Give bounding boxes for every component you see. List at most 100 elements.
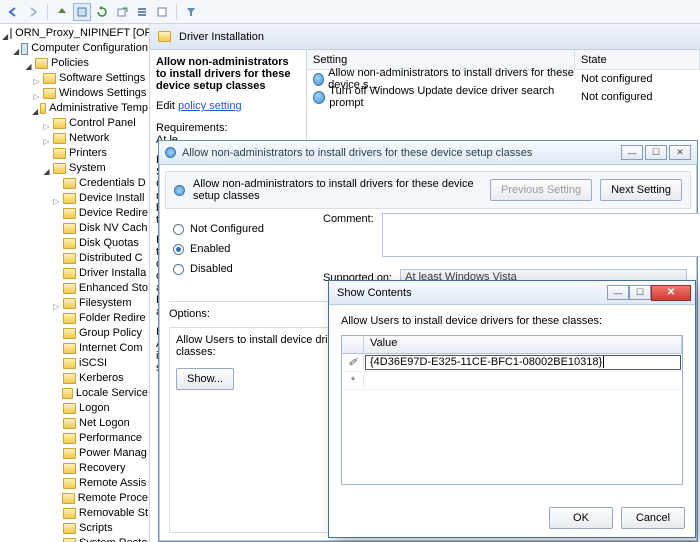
show-button[interactable]: Show... xyxy=(176,368,234,390)
col-state[interactable]: State xyxy=(575,50,700,70)
policy-dialog-header: Allow non-administrators to install driv… xyxy=(165,171,691,209)
tree-sys-child[interactable]: Logon xyxy=(2,401,149,416)
folder-icon xyxy=(43,73,56,84)
folder-icon xyxy=(35,58,48,69)
up-icon[interactable] xyxy=(53,3,71,21)
export-icon[interactable] xyxy=(113,3,131,21)
tree-sys-child[interactable]: Kerberos xyxy=(2,371,149,386)
tree-at[interactable]: Administrative Temp xyxy=(2,101,149,116)
tree-pr[interactable]: Printers xyxy=(2,146,149,161)
value-grid: Value ✐{4D36E97D-E325-11CE-BFC1-08002BE1… xyxy=(341,335,683,485)
desc-title: Allow non-administrators to install driv… xyxy=(156,56,290,92)
folder-icon xyxy=(63,313,76,324)
folder-icon xyxy=(63,223,76,234)
tree-sys-child[interactable]: System Resto xyxy=(2,536,149,542)
tree-cc[interactable]: Computer Configuration xyxy=(2,41,149,56)
tree-sys-child[interactable]: Remote Proce xyxy=(2,491,149,506)
previous-setting-button[interactable]: Previous Setting xyxy=(490,179,592,201)
folder-icon xyxy=(63,268,76,279)
close-button[interactable]: ✕ xyxy=(651,285,691,301)
grid-col-marker[interactable] xyxy=(342,336,364,353)
folder-icon xyxy=(40,103,46,114)
tree-sys-child[interactable]: Removable St xyxy=(2,506,149,521)
folder-icon xyxy=(43,88,56,99)
show-contents-titlebar[interactable]: Show Contents — ☐ ✕ xyxy=(329,281,695,305)
folder-icon xyxy=(63,208,76,219)
tree-sys-child[interactable]: Locale Service xyxy=(2,386,149,401)
dialog-icon xyxy=(174,185,185,196)
grid-header: Value xyxy=(342,336,682,354)
tree-sys-child[interactable]: Disk Quotas xyxy=(2,236,149,251)
home-icon[interactable] xyxy=(73,3,91,21)
back-icon[interactable] xyxy=(4,3,22,21)
row-marker: * xyxy=(342,375,364,387)
option-label: Allow Users to install device dri xyxy=(176,334,332,346)
tree-ws[interactable]: Windows Settings xyxy=(2,86,149,101)
close-button[interactable]: ✕ xyxy=(669,145,691,160)
properties-icon[interactable] xyxy=(153,3,171,21)
tree-sys-child[interactable]: Performance xyxy=(2,431,149,446)
tree-ss[interactable]: Software Settings xyxy=(2,71,149,86)
refresh-icon[interactable] xyxy=(93,3,111,21)
tree-sys-child[interactable]: Power Manag xyxy=(2,446,149,461)
folder-icon xyxy=(63,328,76,339)
tree-sys-child[interactable]: Remote Assis xyxy=(2,476,149,491)
tree-policies[interactable]: Policies xyxy=(2,56,149,71)
tree-root[interactable]: ORN_Proxy_NIPINEFT [ORN-DC xyxy=(2,26,149,41)
folder-icon xyxy=(63,298,76,309)
row-value[interactable]: {4D36E97D-E325-11CE-BFC1-08002BE10318} xyxy=(365,355,681,370)
folder-icon xyxy=(63,193,76,204)
cancel-button[interactable]: Cancel xyxy=(621,507,685,529)
folder-icon xyxy=(63,373,76,384)
maximize-button[interactable]: ☐ xyxy=(629,285,651,300)
list-row[interactable]: Turn off Windows Update device driver se… xyxy=(307,88,700,106)
tree-sys-child[interactable]: Credentials D xyxy=(2,176,149,191)
next-setting-button[interactable]: Next Setting xyxy=(600,179,682,201)
tree-sys-child[interactable]: Group Policy xyxy=(2,326,149,341)
folder-icon xyxy=(63,418,76,429)
folder-icon xyxy=(63,178,76,189)
tree-sys-child[interactable]: Distributed C xyxy=(2,251,149,266)
tree-sys-child[interactable]: Internet Com xyxy=(2,341,149,356)
tree-sys-child[interactable]: Driver Installa xyxy=(2,266,149,281)
tree-sys-child[interactable]: Folder Redire xyxy=(2,311,149,326)
tree-sys-child[interactable]: Device Install xyxy=(2,191,149,206)
comment-label: Comment: xyxy=(323,213,374,225)
tree-sys-child[interactable]: Net Logon xyxy=(2,416,149,431)
content-title: Driver Installation xyxy=(150,24,700,50)
folder-icon xyxy=(63,283,76,294)
tree-sys-child[interactable]: iSCSI xyxy=(2,356,149,371)
filter-icon[interactable] xyxy=(182,3,200,21)
tree-nw[interactable]: Network xyxy=(2,131,149,146)
folder-icon xyxy=(53,148,66,159)
tree-sys-child[interactable]: Scripts xyxy=(2,521,149,536)
forward-icon[interactable] xyxy=(24,3,42,21)
maximize-button[interactable]: ☐ xyxy=(645,145,667,160)
minimize-button[interactable]: — xyxy=(621,145,643,160)
grid-row[interactable]: * xyxy=(342,372,682,390)
tree-sys-child[interactable]: Enhanced Sto xyxy=(2,281,149,296)
folder-icon xyxy=(53,133,66,144)
policy-header-text: Allow non-administrators to install driv… xyxy=(193,178,482,202)
tree-sys[interactable]: System xyxy=(2,161,149,176)
tree-sys-child[interactable]: Recovery xyxy=(2,461,149,476)
requirements-label: Requirements: xyxy=(156,122,300,134)
folder-icon xyxy=(53,163,66,174)
folder-icon xyxy=(63,433,76,444)
minimize-button[interactable]: — xyxy=(607,285,629,300)
ok-button[interactable]: OK xyxy=(549,507,613,529)
policy-dialog-titlebar[interactable]: Allow non-administrators to install driv… xyxy=(159,141,697,165)
edit-policy-link[interactable]: policy setting xyxy=(178,100,242,112)
tree-cp[interactable]: Control Panel xyxy=(2,116,149,131)
folder-icon xyxy=(63,448,76,459)
folder-icon xyxy=(53,118,66,129)
setting-state: Not configured xyxy=(575,73,700,85)
grid-row[interactable]: ✐{4D36E97D-E325-11CE-BFC1-08002BE10318} xyxy=(342,354,682,372)
tree-sys-child[interactable]: Filesystem xyxy=(2,296,149,311)
folder-icon xyxy=(63,523,76,534)
tree-sys-child[interactable]: Device Redire xyxy=(2,206,149,221)
comment-field[interactable] xyxy=(382,213,700,257)
tree-sys-child[interactable]: Disk NV Cach xyxy=(2,221,149,236)
grid-col-value[interactable]: Value xyxy=(364,336,682,353)
list-icon[interactable] xyxy=(133,3,151,21)
